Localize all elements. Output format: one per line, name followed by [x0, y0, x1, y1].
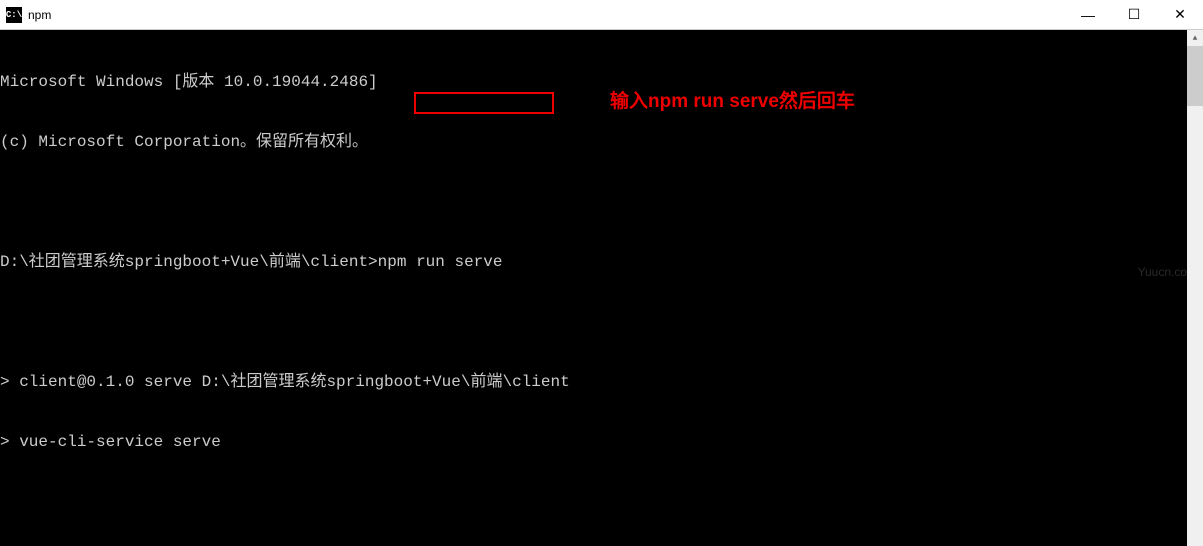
minimize-button[interactable]: —: [1065, 0, 1111, 30]
scroll-up-arrow[interactable]: ▲: [1187, 30, 1203, 46]
output-line: (c) Microsoft Corporation。保留所有权利。: [0, 132, 1203, 152]
annotation-text: 输入npm run serve然后回车: [610, 92, 855, 112]
vertical-scrollbar[interactable]: ▲: [1187, 30, 1203, 546]
blank-line: [0, 492, 1203, 512]
scrollbar-thumb[interactable]: [1187, 46, 1203, 106]
cmd-icon: C:\: [6, 7, 22, 23]
terminal-area[interactable]: Microsoft Windows [版本 10.0.19044.2486] (…: [0, 30, 1203, 546]
window-controls: — ☐ ✕: [1065, 0, 1203, 30]
window-titlebar: C:\ npm — ☐ ✕: [0, 0, 1203, 30]
command-highlight-box: [414, 92, 554, 114]
command-line: D:\社团管理系统springboot+Vue\前端\client>npm ru…: [0, 252, 1203, 272]
output-line: > vue-cli-service serve: [0, 432, 1203, 452]
typed-command: npm run serve: [378, 252, 503, 272]
close-button[interactable]: ✕: [1157, 0, 1203, 30]
blank-line: [0, 192, 1203, 212]
window-title: npm: [28, 8, 51, 22]
maximize-button[interactable]: ☐: [1111, 0, 1157, 30]
prompt: D:\社团管理系统springboot+Vue\前端\client>: [0, 252, 378, 272]
blank-line: [0, 312, 1203, 332]
titlebar-left: C:\ npm: [6, 7, 51, 23]
output-line: Microsoft Windows [版本 10.0.19044.2486]: [0, 72, 1203, 92]
output-line: > client@0.1.0 serve D:\社团管理系统springboot…: [0, 372, 1203, 392]
